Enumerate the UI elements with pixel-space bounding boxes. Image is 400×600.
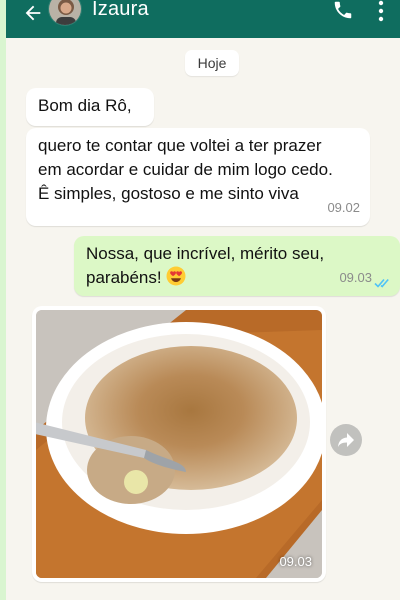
heart-eyes-emoji-icon [166,266,186,286]
message-bubble-incoming[interactable]: Bom dia Rô, [26,88,154,126]
forward-icon [338,433,354,447]
message-bubble-outgoing[interactable]: Nossa, que incrível, mérito seu, parabén… [74,236,400,296]
message-time: 09.03 [279,554,312,569]
message-time: 09.02 [327,200,360,215]
avatar[interactable] [48,0,82,26]
photo-message[interactable]: 09.03 [32,306,326,582]
chat-header: Izaura [6,0,400,38]
phone-icon[interactable] [332,0,354,21]
message-bubble-incoming[interactable]: quero te contar que voltei a ter prazer … [26,128,370,226]
oatmeal-bowl-photo[interactable]: 09.03 [36,310,322,578]
back-arrow-icon[interactable] [22,2,44,24]
message-text: Nossa, que incrível, mérito seu, parabén… [86,244,325,287]
chat-screen: Izaura Hoje Bom dia Rô, quero te contar … [6,0,400,600]
message-text: Bom dia Rô, [38,96,132,115]
read-receipt-icon [374,278,389,288]
forward-button[interactable] [330,424,362,456]
date-chip: Hoje [185,50,239,76]
contact-name[interactable]: Izaura [92,0,149,21]
more-vertical-icon[interactable] [376,0,386,23]
message-text: quero te contar que voltei a ter prazer … [38,136,333,203]
message-time: 09.03 [339,270,372,285]
